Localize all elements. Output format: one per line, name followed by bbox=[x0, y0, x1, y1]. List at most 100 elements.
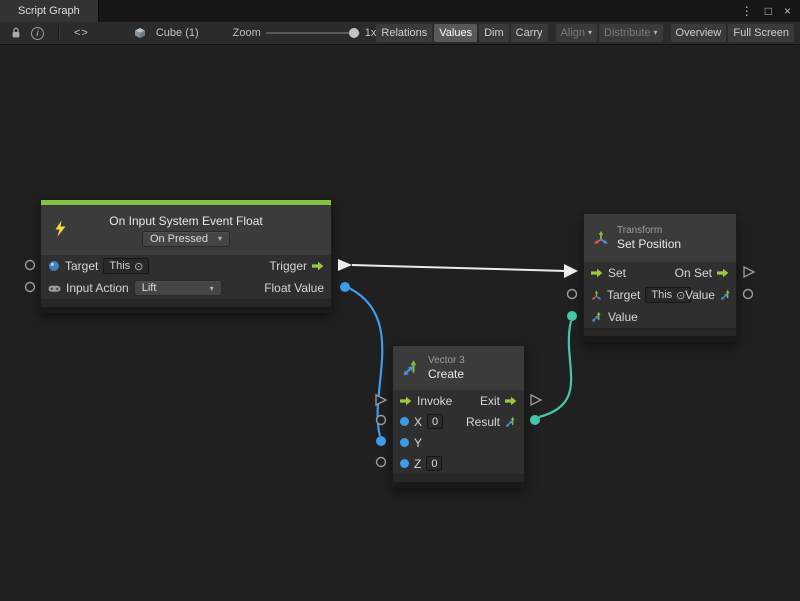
value-out-label: Value bbox=[685, 288, 715, 302]
row-invoke-exit: Invoke Exit bbox=[393, 390, 524, 411]
gameobject-icon bbox=[48, 260, 60, 272]
menu-icon[interactable]: ⋮ bbox=[741, 5, 753, 17]
flow-arrow-icon bbox=[400, 396, 412, 406]
event-node-footer bbox=[41, 299, 331, 312]
y-label: Y bbox=[414, 436, 422, 450]
zoom-slider[interactable] bbox=[266, 27, 360, 39]
dim-button[interactable]: Dim bbox=[479, 24, 509, 42]
event-mode-dropdown[interactable]: On Pressed ▾ bbox=[142, 231, 230, 247]
gamepad-icon bbox=[48, 284, 61, 293]
invoke-label: Invoke bbox=[417, 394, 452, 408]
toolbar-separator bbox=[58, 26, 59, 40]
window-controls: ⋮ □ × bbox=[741, 5, 800, 17]
relations-label: Relations bbox=[381, 27, 427, 39]
trigger-label: Trigger bbox=[269, 259, 307, 273]
tab-script-graph[interactable]: Script Graph bbox=[0, 0, 99, 22]
tab-label: Script Graph bbox=[18, 5, 80, 17]
transform-target-value: This bbox=[651, 289, 672, 301]
on-set-label: On Set bbox=[675, 266, 712, 280]
vector3-icon bbox=[720, 289, 732, 301]
lock-icon[interactable] bbox=[11, 27, 21, 39]
vector-node-header: Vector 3 Create bbox=[393, 346, 524, 390]
values-button[interactable]: Values bbox=[434, 24, 477, 42]
chevron-down-icon: ▾ bbox=[654, 29, 658, 38]
set-label: Set bbox=[608, 266, 626, 280]
value-in-label: Value bbox=[608, 310, 638, 324]
vector-node-type: Vector 3 bbox=[428, 354, 465, 367]
input-action-value: Lift bbox=[142, 282, 157, 294]
object-picker-icon: ⊙ bbox=[134, 260, 143, 273]
row-inputaction-floatvalue: Input Action Lift ▾ Float Value bbox=[41, 277, 331, 299]
event-node-title: On Input System Event Float bbox=[109, 214, 262, 228]
node-vector3-create[interactable]: Vector 3 Create Invoke Exit X 0 Result bbox=[392, 345, 525, 488]
float-type-icon bbox=[400, 459, 409, 468]
graph-toolbar: i <> Cube (1) Zoom 1x Relations Values D… bbox=[0, 22, 800, 45]
align-label: Align bbox=[561, 27, 585, 39]
window-titlebar: Script Graph ⋮ □ × bbox=[0, 0, 800, 22]
row-x-result: X 0 Result bbox=[393, 411, 524, 432]
transform-target-label: Target bbox=[607, 288, 640, 302]
cube-icon bbox=[134, 27, 146, 39]
transform-icon bbox=[593, 230, 609, 246]
carry-label: Carry bbox=[516, 27, 543, 39]
fullscreen-button[interactable]: Full Screen bbox=[728, 24, 794, 42]
float-type-icon bbox=[400, 438, 409, 447]
vector-node-title: Create bbox=[428, 367, 465, 383]
info-icon-glyph: i bbox=[37, 28, 39, 38]
vector3-icon bbox=[591, 311, 603, 323]
lightning-icon bbox=[53, 221, 68, 240]
code-icon[interactable]: <> bbox=[74, 27, 89, 39]
overview-label: Overview bbox=[676, 27, 722, 39]
event-node-header: On Input System Event Float On Pressed ▾ bbox=[41, 205, 331, 255]
vector3-icon bbox=[402, 359, 420, 377]
graph-object-selector[interactable]: Cube (1) bbox=[129, 27, 199, 39]
distribute-button[interactable]: Distribute▾ bbox=[599, 24, 662, 42]
zoom-slider-handle[interactable] bbox=[349, 28, 359, 38]
dim-label: Dim bbox=[484, 27, 504, 39]
chevron-down-icon: ▾ bbox=[210, 284, 214, 293]
carry-button[interactable]: Carry bbox=[511, 24, 548, 42]
zoom-slider-track bbox=[266, 32, 360, 34]
x-label: X bbox=[414, 415, 422, 429]
row-z: Z 0 bbox=[393, 453, 524, 474]
info-icon[interactable]: i bbox=[31, 27, 44, 40]
flow-arrow-icon bbox=[505, 396, 517, 406]
overview-button[interactable]: Overview bbox=[671, 24, 727, 42]
target-object-value: This bbox=[109, 260, 130, 272]
x-value-field[interactable]: 0 bbox=[427, 414, 443, 429]
transform-node-footer bbox=[584, 328, 736, 341]
vector-node-body: Invoke Exit X 0 Result Y bbox=[393, 390, 524, 474]
input-action-dropdown[interactable]: Lift ▾ bbox=[134, 280, 222, 296]
row-y: Y bbox=[393, 432, 524, 453]
z-value-field[interactable]: 0 bbox=[426, 456, 442, 471]
exit-label: Exit bbox=[480, 394, 500, 408]
object-picker-icon: ⊙ bbox=[676, 289, 685, 302]
close-icon[interactable]: × bbox=[784, 5, 791, 17]
input-action-label: Input Action bbox=[66, 281, 129, 295]
object-name: Cube (1) bbox=[156, 27, 199, 39]
row-value-in: Value bbox=[584, 306, 736, 328]
flow-arrow-icon bbox=[312, 261, 324, 271]
vector3-icon bbox=[505, 416, 517, 428]
float-type-icon bbox=[400, 417, 409, 426]
transform-icon bbox=[591, 290, 602, 301]
relations-button[interactable]: Relations bbox=[376, 24, 432, 42]
row-target-trigger: Target This ⊙ Trigger bbox=[41, 255, 331, 277]
transform-node-type: Transform bbox=[617, 224, 681, 237]
node-transform-set-position[interactable]: Transform Set Position Set On Set Target… bbox=[583, 213, 737, 342]
chevron-down-icon: ▾ bbox=[218, 234, 222, 243]
transform-node-title: Set Position bbox=[617, 237, 681, 253]
target-label: Target bbox=[65, 259, 98, 273]
flow-arrow-icon bbox=[591, 268, 603, 278]
target-object-chip[interactable]: This ⊙ bbox=[103, 258, 149, 274]
maximize-icon[interactable]: □ bbox=[765, 5, 772, 17]
event-mode-value: On Pressed bbox=[150, 233, 208, 245]
row-target-value: Target This ⊙ Value bbox=[584, 284, 736, 306]
result-label: Result bbox=[466, 415, 500, 429]
float-value-label: Float Value bbox=[264, 281, 324, 295]
fullscreen-label: Full Screen bbox=[733, 27, 789, 39]
chevron-down-icon: ▾ bbox=[588, 29, 592, 38]
node-on-input-system-event-float[interactable]: On Input System Event Float On Pressed ▾… bbox=[40, 199, 332, 313]
vector-node-footer bbox=[393, 474, 524, 487]
align-button[interactable]: Align▾ bbox=[556, 24, 597, 42]
